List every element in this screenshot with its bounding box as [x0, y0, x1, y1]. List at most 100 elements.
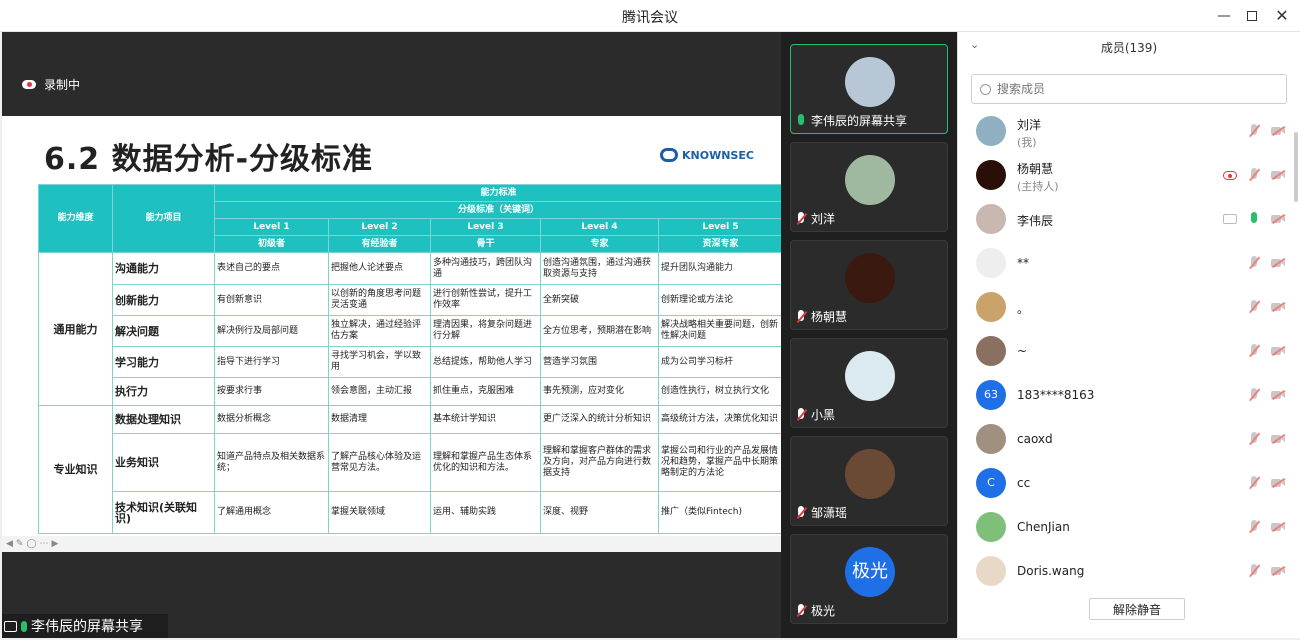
- level-cell: 独立解决，通过经验评估方案: [328, 315, 431, 347]
- camera-off-icon[interactable]: [1271, 432, 1286, 446]
- mic-off-icon[interactable]: [1247, 432, 1261, 446]
- brand-text: KNOWNSEC: [682, 148, 754, 162]
- video-thumbnail[interactable]: 小黑: [790, 338, 948, 428]
- maximize-icon[interactable]: [1242, 6, 1262, 26]
- mic-off-icon[interactable]: [1247, 344, 1261, 358]
- header-standard: 能力标准: [214, 184, 781, 202]
- avatar: [845, 449, 895, 499]
- slide-footer: ◀ ✎ ◯ ⋯ ▶: [2, 536, 781, 552]
- member-row[interactable]: ChenJian: [958, 506, 1300, 550]
- level-cell: 知道产品特点及相关数据系统；: [214, 433, 329, 492]
- camera-off-icon[interactable]: [1271, 564, 1286, 578]
- video-thumbnail[interactable]: 杨朝慧: [790, 240, 948, 330]
- pen-icon[interactable]: ✎: [16, 539, 24, 549]
- pointer-icon[interactable]: ◯: [26, 539, 36, 549]
- camera-off-icon[interactable]: [1271, 256, 1286, 270]
- member-avatar: [976, 512, 1006, 542]
- level-header: Level 3: [430, 218, 541, 236]
- next-slide-icon[interactable]: ▶: [52, 539, 59, 549]
- camera-off-icon[interactable]: [1271, 520, 1286, 534]
- mic-off-icon[interactable]: [1247, 476, 1261, 490]
- member-status-icons: [1247, 520, 1286, 534]
- prev-slide-icon[interactable]: ◀: [6, 539, 13, 549]
- level-cell: 推广（类似Fintech): [658, 491, 781, 534]
- level-cell: 数据清理: [328, 405, 431, 434]
- member-row[interactable]: 。: [958, 286, 1300, 330]
- header-dimension: 能力维度: [38, 184, 113, 253]
- member-row[interactable]: 李伟辰: [958, 198, 1300, 242]
- cloud-record-icon: [1223, 168, 1237, 182]
- member-avatar: C: [976, 468, 1006, 498]
- item-cell: 学习能力: [112, 346, 215, 378]
- level-cell: 把握他人论述要点: [328, 252, 431, 285]
- mic-off-icon[interactable]: [1247, 256, 1261, 270]
- scrollbar[interactable]: [1294, 132, 1298, 202]
- mic-on-icon: [21, 620, 27, 632]
- camera-off-icon[interactable]: [1271, 388, 1286, 402]
- level-cell: 总结提炼，帮助他人学习: [430, 346, 541, 378]
- member-row[interactable]: ~: [958, 330, 1300, 374]
- level-cell: 了解通用概念: [214, 491, 329, 534]
- camera-off-icon[interactable]: [1271, 168, 1286, 182]
- more-icon[interactable]: ⋯: [40, 539, 49, 549]
- member-avatar: [976, 292, 1006, 322]
- member-status-icons: [1247, 564, 1286, 578]
- video-thumbnail[interactable]: 李伟辰的屏幕共享: [790, 44, 948, 134]
- minimize-icon[interactable]: —: [1214, 6, 1234, 26]
- member-name: 。: [1017, 302, 1030, 316]
- camera-off-icon[interactable]: [1271, 476, 1286, 490]
- capability-table: 能力维度 能力项目 能力标准 分级标准（关键词） Level 1 Level 2…: [38, 184, 781, 534]
- recording-label: 录制中: [44, 78, 81, 92]
- mic-off-icon[interactable]: [1247, 124, 1261, 138]
- member-name: **: [1017, 256, 1029, 270]
- slide-title: 6.2 数据分析-分级标准: [44, 142, 374, 177]
- member-row[interactable]: caoxd: [958, 418, 1300, 462]
- camera-off-icon[interactable]: [1271, 344, 1286, 358]
- member-status-icons: [1247, 432, 1286, 446]
- thumbnail-name: 刘洋: [811, 212, 836, 226]
- level-cell: 掌握关联领域: [328, 491, 431, 534]
- level-cell: 营造学习氛围: [540, 346, 659, 378]
- level-cell: 提升团队沟通能力: [658, 252, 781, 285]
- video-thumbnail[interactable]: 极光 极光: [790, 534, 948, 624]
- mic-off-icon[interactable]: [1247, 168, 1261, 182]
- camera-off-icon[interactable]: [1271, 124, 1286, 138]
- camera-off-icon[interactable]: [1271, 300, 1286, 314]
- level-cell: 全新突破: [540, 284, 659, 316]
- level-cell: 按要求行事: [214, 377, 329, 406]
- mic-off-icon: [795, 309, 808, 324]
- video-thumbnail[interactable]: 邹潇瑶: [790, 436, 948, 526]
- level-cell: 掌握公司和行业的产品发展情况和趋势，掌握产品中长期策略制定的方法论: [658, 433, 781, 492]
- avatar: [845, 351, 895, 401]
- mic-on-icon: [795, 113, 807, 128]
- video-thumbnail[interactable]: 刘洋: [790, 142, 948, 232]
- member-row[interactable]: **: [958, 242, 1300, 286]
- member-name: 李伟辰: [1017, 214, 1054, 228]
- unmute-all-button[interactable]: 解除静音: [1089, 598, 1185, 620]
- panel-header: ⌄ 成员(139): [958, 32, 1300, 60]
- thumbnail-name: 李伟辰的屏幕共享: [811, 114, 908, 128]
- recording-indicator: 录制中: [22, 76, 80, 93]
- member-search[interactable]: [971, 74, 1287, 104]
- thumbnail-label: 杨朝慧: [795, 308, 847, 325]
- member-row[interactable]: Doris.wang: [958, 550, 1300, 590]
- mic-off-icon[interactable]: [1247, 520, 1261, 534]
- mic-off-icon[interactable]: [1247, 564, 1261, 578]
- member-row[interactable]: Ccc: [958, 462, 1300, 506]
- member-row[interactable]: 63 183****8163: [958, 374, 1300, 418]
- search-input[interactable]: [997, 82, 1257, 96]
- close-icon[interactable]: ✕: [1272, 6, 1292, 26]
- mic-off-icon[interactable]: [1247, 300, 1261, 314]
- level-cell: 创造性执行，树立执行文化: [658, 377, 781, 406]
- member-row[interactable]: 杨朝慧 (主持人): [958, 154, 1300, 198]
- header-item: 能力项目: [112, 184, 215, 253]
- camera-off-icon[interactable]: [1271, 212, 1286, 226]
- item-cell: 技术知识(关联知识): [112, 491, 215, 534]
- mic-off-icon[interactable]: [1247, 388, 1261, 402]
- mic-on-icon[interactable]: [1247, 212, 1261, 226]
- mic-off-icon: [795, 211, 808, 226]
- level-cell: 抓住重点，克服困难: [430, 377, 541, 406]
- level-cell: 多种沟通技巧，跨团队沟通: [430, 252, 541, 285]
- cloud-record-icon: [22, 80, 36, 89]
- member-row[interactable]: 刘洋 (我): [958, 110, 1300, 154]
